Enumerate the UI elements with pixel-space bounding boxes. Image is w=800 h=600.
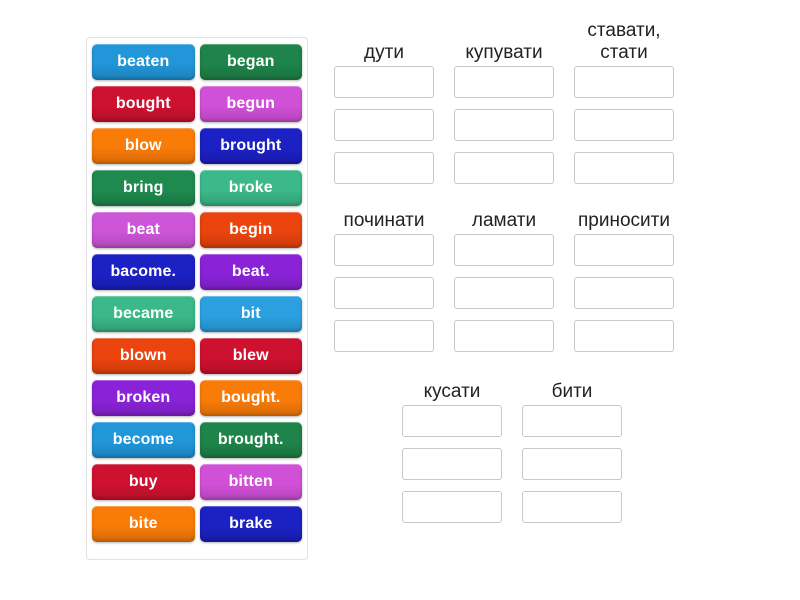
zone-column: починати [334,206,434,352]
word-tile[interactable]: began [199,44,302,80]
word-tile[interactable]: buy [92,464,195,500]
zone-title: ламати [471,209,537,231]
word-tile[interactable]: bacome. [92,254,195,290]
word-tile[interactable]: blow [92,128,195,164]
word-tile[interactable]: brought [199,128,302,164]
word-tile[interactable]: become [92,422,195,458]
word-bank-container: beaten began bought begun blow brought bring br… [86,37,308,560]
word-tile[interactable]: bought [92,86,195,122]
word-tile[interactable]: beat. [199,254,302,290]
zone-column: кусати [402,377,502,523]
word-tile[interactable]: broken [92,380,195,416]
word-tile[interactable]: begin [199,212,302,248]
word-tile[interactable]: beaten [92,44,195,80]
drop-slot[interactable] [574,66,674,98]
drop-slot[interactable] [574,320,674,352]
zone-column: бити [522,377,622,523]
zone-column: купувати [454,20,554,184]
drop-slot[interactable] [454,66,554,98]
drop-slot[interactable] [574,234,674,266]
word-tile[interactable]: blown [92,338,195,374]
zone-title: бити [551,380,593,402]
word-tile[interactable]: bitten [199,464,302,500]
zone-title: починати [343,209,425,231]
drop-slot[interactable] [402,405,502,437]
drop-slot[interactable] [402,448,502,480]
drop-slot[interactable] [334,277,434,309]
drop-slot[interactable] [402,491,502,523]
drop-slot[interactable] [522,405,622,437]
word-tile[interactable]: became [92,296,195,332]
drop-slot[interactable] [522,448,622,480]
word-tile[interactable]: brought. [199,422,302,458]
drop-slot[interactable] [574,277,674,309]
word-tile[interactable]: beat [92,212,195,248]
zone-column: приносити [574,206,674,352]
word-tile[interactable]: begun [199,86,302,122]
drop-slot[interactable] [454,234,554,266]
drop-slot[interactable] [454,109,554,141]
drop-slot[interactable] [454,152,554,184]
zone-row: кусати бити [402,377,730,523]
word-tile[interactable]: broke [199,170,302,206]
word-tile[interactable]: bite [92,506,195,542]
drop-slot[interactable] [574,109,674,141]
drop-slot[interactable] [334,152,434,184]
zone-title: приносити [578,209,670,231]
zone-title: купувати [465,41,543,63]
drop-slot[interactable] [334,66,434,98]
drop-slot[interactable] [454,277,554,309]
word-tile[interactable]: blew [199,338,302,374]
word-tile[interactable]: bit [199,296,302,332]
drop-slot[interactable] [334,109,434,141]
zone-title: ставати, стати [587,20,661,63]
drop-slot[interactable] [522,491,622,523]
drop-slot[interactable] [334,234,434,266]
zone-column: дути [334,20,434,184]
drop-slot[interactable] [334,320,434,352]
word-tile[interactable]: bring [92,170,195,206]
zone-column: ставати, стати [574,20,674,184]
drop-slot[interactable] [574,152,674,184]
zone-title: дути [364,41,404,63]
drop-slot[interactable] [454,320,554,352]
drop-area-container: дути купувати ставати, стати починати ламати… [330,20,730,523]
zone-title: кусати [423,380,481,402]
word-tile[interactable]: bought. [199,380,302,416]
zone-row: починати ламати приносити [334,206,730,352]
word-tile[interactable]: brake [199,506,302,542]
zone-row: дути купувати ставати, стати [334,20,730,184]
zone-column: ламати [454,206,554,352]
